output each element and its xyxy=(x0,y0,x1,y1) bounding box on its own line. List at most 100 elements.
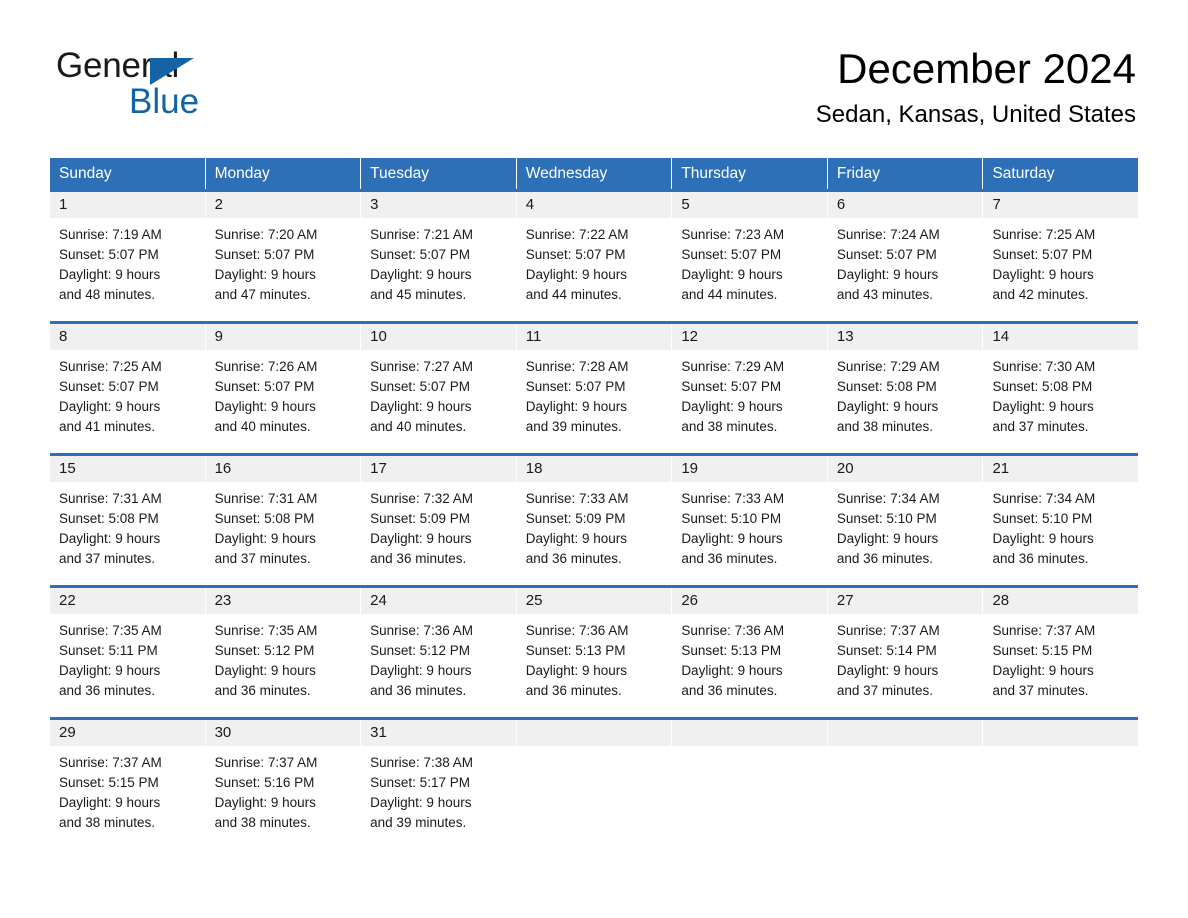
calendar-day-cell[interactable]: 7 Sunrise: 7:25 AM Sunset: 5:07 PM Daylight… xyxy=(983,192,1139,315)
calendar-day-cell[interactable]: 6 Sunrise: 7:24 AM Sunset: 5:07 PM Daylight… xyxy=(827,192,984,315)
day-detail-line: and 36 minutes. xyxy=(59,683,156,698)
calendar-day-cell[interactable]: 19 Sunrise: 7:33 AM Sunset: 5:10 PM Dayligh… xyxy=(672,456,828,579)
calendar-day-cell[interactable]: 30 Sunrise: 7:37 AM Sunset: 5:16 PM Dayligh… xyxy=(205,720,362,848)
day-detail-line: Daylight: 9 hours xyxy=(370,399,472,414)
calendar-day-cell[interactable]: 14 Sunrise: 7:30 AM Sunset: 5:08 PM Dayligh… xyxy=(983,324,1139,447)
calendar-day-cell[interactable]: 24 Sunrise: 7:36 AM Sunset: 5:12 PM Dayligh… xyxy=(361,588,517,711)
day-detail-line: Sunrise: 7:35 AM xyxy=(59,623,162,638)
day-number: 9 xyxy=(205,324,361,350)
day-detail-line: and 38 minutes. xyxy=(836,419,933,434)
day-detail-line: Sunset: 5:08 PM xyxy=(59,511,159,526)
day-number: 13 xyxy=(827,324,983,350)
day-details: Sunrise: 7:22 AM Sunset: 5:07 PM Daylight:… xyxy=(517,218,672,315)
calendar-day-cell[interactable]: 10 Sunrise: 7:27 AM Sunset: 5:07 PM Dayligh… xyxy=(361,324,517,447)
day-detail-line: Daylight: 9 hours xyxy=(214,267,316,282)
day-number: 22 xyxy=(50,588,205,614)
day-detail-line: Daylight: 9 hours xyxy=(370,795,472,810)
calendar-day-cell[interactable]: 13 Sunrise: 7:29 AM Sunset: 5:08 PM Dayligh… xyxy=(827,324,984,447)
day-detail-line xyxy=(837,753,974,773)
day-number: 20 xyxy=(827,456,983,482)
day-number: 5 xyxy=(672,192,827,218)
day-number xyxy=(983,720,1139,746)
day-details: Sunrise: 7:25 AM Sunset: 5:07 PM Daylight:… xyxy=(983,218,1138,315)
weekday-header-monday: Monday xyxy=(206,158,362,189)
day-detail-line: Daylight: 9 hours xyxy=(992,267,1094,282)
calendar-day-cell[interactable]: 8 Sunrise: 7:25 AM Sunset: 5:07 PM Daylight… xyxy=(50,324,206,447)
day-details xyxy=(517,746,672,848)
calendar-day-cell[interactable]: 29 Sunrise: 7:37 AM Sunset: 5:15 PM Dayligh… xyxy=(50,720,206,848)
day-detail-line: Daylight: 9 hours xyxy=(59,267,161,282)
day-details: Sunrise: 7:31 AM Sunset: 5:08 PM Daylight:… xyxy=(50,482,205,579)
calendar-day-cell[interactable]: 20 Sunrise: 7:34 AM Sunset: 5:10 PM Dayligh… xyxy=(827,456,984,579)
calendar-day-cell[interactable]: 16 Sunrise: 7:31 AM Sunset: 5:08 PM Dayligh… xyxy=(205,456,362,579)
day-number xyxy=(827,720,983,746)
calendar-day-cell[interactable]: 26 Sunrise: 7:36 AM Sunset: 5:13 PM Dayligh… xyxy=(672,588,828,711)
day-detail-line: and 40 minutes. xyxy=(214,419,311,434)
calendar-day-cell[interactable]: 17 Sunrise: 7:32 AM Sunset: 5:09 PM Dayligh… xyxy=(361,456,517,579)
calendar-day-cell[interactable]: 3 Sunrise: 7:21 AM Sunset: 5:07 PM Daylight… xyxy=(361,192,517,315)
day-detail-line: Sunset: 5:15 PM xyxy=(59,775,159,790)
calendar-day-cell[interactable]: 5 Sunrise: 7:23 AM Sunset: 5:07 PM Daylight… xyxy=(672,192,828,315)
day-detail-line xyxy=(681,813,818,833)
day-number xyxy=(516,720,672,746)
day-detail-line: Sunrise: 7:29 AM xyxy=(681,359,785,374)
day-detail-line: Daylight: 9 hours xyxy=(59,663,161,678)
weekday-header-sunday: Sunday xyxy=(50,158,206,189)
day-detail-line xyxy=(526,753,663,773)
day-details: Sunrise: 7:19 AM Sunset: 5:07 PM Daylight:… xyxy=(50,218,205,315)
day-detail-line: Sunrise: 7:25 AM xyxy=(59,359,162,374)
day-detail-line: Sunset: 5:16 PM xyxy=(214,775,315,790)
day-details xyxy=(828,746,983,848)
calendar-day-cell[interactable]: 21 Sunrise: 7:34 AM Sunset: 5:10 PM Dayligh… xyxy=(983,456,1139,579)
day-detail-line xyxy=(992,793,1129,813)
day-detail-line: Sunset: 5:07 PM xyxy=(370,379,470,394)
day-detail-line: Daylight: 9 hours xyxy=(214,795,316,810)
day-detail-line: Daylight: 9 hours xyxy=(681,531,783,546)
calendar-day-cell[interactable]: 9 Sunrise: 7:26 AM Sunset: 5:07 PM Daylight… xyxy=(205,324,362,447)
day-detail-line: and 36 minutes. xyxy=(370,551,467,566)
day-detail-line: and 37 minutes. xyxy=(214,551,311,566)
calendar-day-cell[interactable]: 27 Sunrise: 7:37 AM Sunset: 5:14 PM Dayligh… xyxy=(827,588,984,711)
day-number: 19 xyxy=(672,456,827,482)
calendar-day-cell[interactable]: 15 Sunrise: 7:31 AM Sunset: 5:08 PM Dayligh… xyxy=(50,456,206,579)
day-detail-line: Sunrise: 7:19 AM xyxy=(59,227,162,242)
day-details: Sunrise: 7:36 AM Sunset: 5:13 PM Daylight:… xyxy=(517,614,672,711)
day-detail-line: Sunset: 5:10 PM xyxy=(992,511,1093,526)
day-detail-line: Daylight: 9 hours xyxy=(214,531,316,546)
calendar-day-cell[interactable]: 4 Sunrise: 7:22 AM Sunset: 5:07 PM Daylight… xyxy=(516,192,673,315)
day-detail-line: Sunset: 5:07 PM xyxy=(59,247,159,262)
calendar-day-cell[interactable]: 28 Sunrise: 7:37 AM Sunset: 5:15 PM Dayligh… xyxy=(983,588,1139,711)
calendar-day-cell[interactable]: 18 Sunrise: 7:33 AM Sunset: 5:09 PM Dayligh… xyxy=(516,456,673,579)
generalblue-logo: General Blue xyxy=(56,48,316,120)
day-details: Sunrise: 7:25 AM Sunset: 5:07 PM Daylight:… xyxy=(50,350,205,447)
day-detail-line: Sunrise: 7:21 AM xyxy=(370,227,473,242)
day-details: Sunrise: 7:23 AM Sunset: 5:07 PM Daylight:… xyxy=(672,218,827,315)
day-detail-line: Sunset: 5:09 PM xyxy=(370,511,470,526)
day-detail-line: and 42 minutes. xyxy=(992,287,1089,302)
calendar-day-cell[interactable]: 23 Sunrise: 7:35 AM Sunset: 5:12 PM Dayligh… xyxy=(205,588,362,711)
day-detail-line: Sunrise: 7:23 AM xyxy=(681,227,785,242)
day-detail-line xyxy=(526,793,663,813)
day-number: 31 xyxy=(361,720,516,746)
day-detail-line: Sunset: 5:13 PM xyxy=(681,643,782,658)
day-detail-line: Sunrise: 7:37 AM xyxy=(214,755,318,770)
calendar-page: General Blue December 2024 Sedan, Kansas… xyxy=(0,0,1188,918)
calendar-day-cell[interactable]: 22 Sunrise: 7:35 AM Sunset: 5:11 PM Dayligh… xyxy=(50,588,206,711)
day-detail-line: Sunset: 5:07 PM xyxy=(681,247,782,262)
day-detail-line: Daylight: 9 hours xyxy=(525,267,628,282)
calendar-day-cell[interactable]: 25 Sunrise: 7:36 AM Sunset: 5:13 PM Dayligh… xyxy=(516,588,673,711)
calendar-day-cell[interactable]: 31 Sunrise: 7:38 AM Sunset: 5:17 PM Dayligh… xyxy=(361,720,517,848)
day-detail-line: Sunrise: 7:20 AM xyxy=(214,227,318,242)
day-number xyxy=(672,720,827,746)
day-detail-line: Sunrise: 7:37 AM xyxy=(836,623,940,638)
calendar-day-cell[interactable]: 1 Sunrise: 7:19 AM Sunset: 5:07 PM Daylight… xyxy=(50,192,206,315)
day-detail-line: Daylight: 9 hours xyxy=(59,795,161,810)
day-detail-line: and 48 minutes. xyxy=(59,287,156,302)
calendar-day-cell[interactable]: 11 Sunrise: 7:28 AM Sunset: 5:07 PM Dayligh… xyxy=(516,324,673,447)
day-details: Sunrise: 7:34 AM Sunset: 5:10 PM Daylight:… xyxy=(983,482,1138,579)
day-detail-line: Daylight: 9 hours xyxy=(370,663,472,678)
day-detail-line: Sunset: 5:10 PM xyxy=(681,511,782,526)
calendar-day-cell[interactable]: 2 Sunrise: 7:20 AM Sunset: 5:07 PM Daylight… xyxy=(205,192,362,315)
calendar-day-cell[interactable]: 12 Sunrise: 7:29 AM Sunset: 5:07 PM Dayligh… xyxy=(672,324,828,447)
day-number: 1 xyxy=(50,192,205,218)
